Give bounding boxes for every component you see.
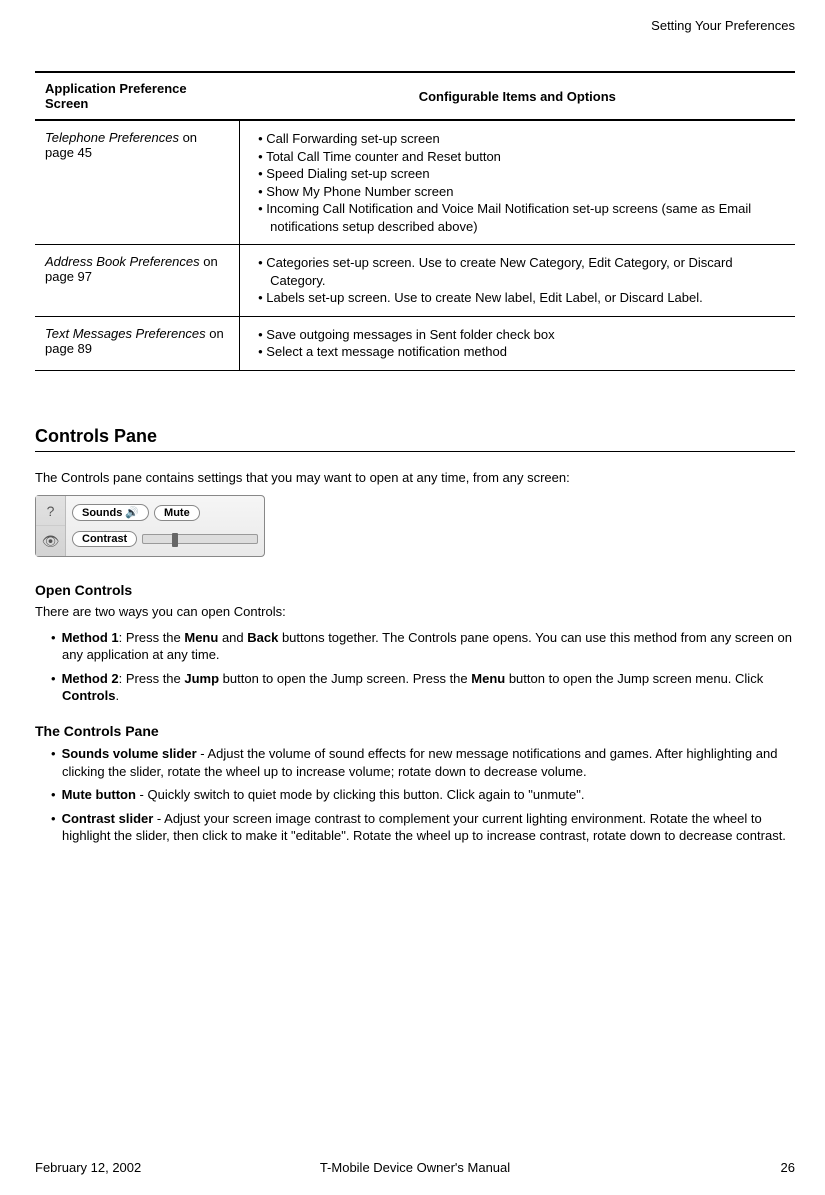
th-screen: Application Preference Screen: [35, 72, 240, 120]
option-item: Incoming Call Notification and Voice Mai…: [258, 200, 785, 235]
preferences-table: Application Preference Screen Configurab…: [35, 71, 795, 371]
option-item: Save outgoing messages in Sent folder ch…: [258, 326, 785, 344]
question-icon: ?: [36, 496, 65, 527]
open-controls-list: Method 1: Press the Menu and Back button…: [35, 629, 795, 705]
contrast-slider-handle: [172, 533, 178, 547]
options-cell: Call Forwarding set-up screenTotal Call …: [240, 120, 795, 245]
option-item: Categories set-up screen. Use to create …: [258, 254, 785, 289]
options-cell: Save outgoing messages in Sent folder ch…: [240, 316, 795, 370]
pref-screen-cell: Telephone Preferences on page 45: [35, 120, 240, 245]
option-item: Labels set-up screen. Use to create New …: [258, 289, 785, 307]
page-footer: February 12, 2002 T-Mobile Device Owner'…: [35, 1160, 795, 1175]
option-item: Call Forwarding set-up screen: [258, 130, 785, 148]
pref-screen-cell: Address Book Preferences on page 97: [35, 245, 240, 317]
mute-pill: Mute: [154, 505, 200, 521]
th-options: Configurable Items and Options: [240, 72, 795, 120]
contrast-pill: Contrast: [72, 531, 137, 547]
method-2: Method 2: Press the Jump button to open …: [51, 670, 795, 705]
divider: [35, 451, 795, 452]
the-controls-pane-heading: The Controls Pane: [35, 723, 795, 739]
option-item: Select a text message notification metho…: [258, 343, 785, 361]
method-1: Method 1: Press the Menu and Back button…: [51, 629, 795, 664]
open-controls-heading: Open Controls: [35, 582, 795, 598]
sounds-pill: Sounds🔊: [72, 504, 149, 521]
controls-pane-image: ? 👁 Sounds🔊 Mute Contrast: [35, 495, 265, 557]
mute-button-desc: Mute button - Quickly switch to quiet mo…: [51, 786, 795, 804]
footer-manual: T-Mobile Device Owner's Manual: [35, 1160, 795, 1175]
open-controls-intro: There are two ways you can open Controls…: [35, 604, 795, 621]
options-cell: Categories set-up screen. Use to create …: [240, 245, 795, 317]
contrast-slider-desc: Contrast slider - Adjust your screen ima…: [51, 810, 795, 845]
controls-pane-list: Sounds volume slider - Adjust the volume…: [35, 745, 795, 845]
controls-pane-heading: Controls Pane: [35, 426, 795, 447]
pref-screen-cell: Text Messages Preferences on page 89: [35, 316, 240, 370]
option-item: Speed Dialing set-up screen: [258, 165, 785, 183]
speaker-icon: 🔊: [125, 506, 139, 519]
controls-intro: The Controls pane contains settings that…: [35, 470, 795, 487]
sounds-slider-desc: Sounds volume slider - Adjust the volume…: [51, 745, 795, 780]
option-item: Show My Phone Number screen: [258, 183, 785, 201]
page-context: Setting Your Preferences: [35, 18, 795, 33]
eye-icon: 👁: [36, 526, 65, 556]
contrast-slider-track: [142, 534, 258, 544]
option-item: Total Call Time counter and Reset button: [258, 148, 785, 166]
